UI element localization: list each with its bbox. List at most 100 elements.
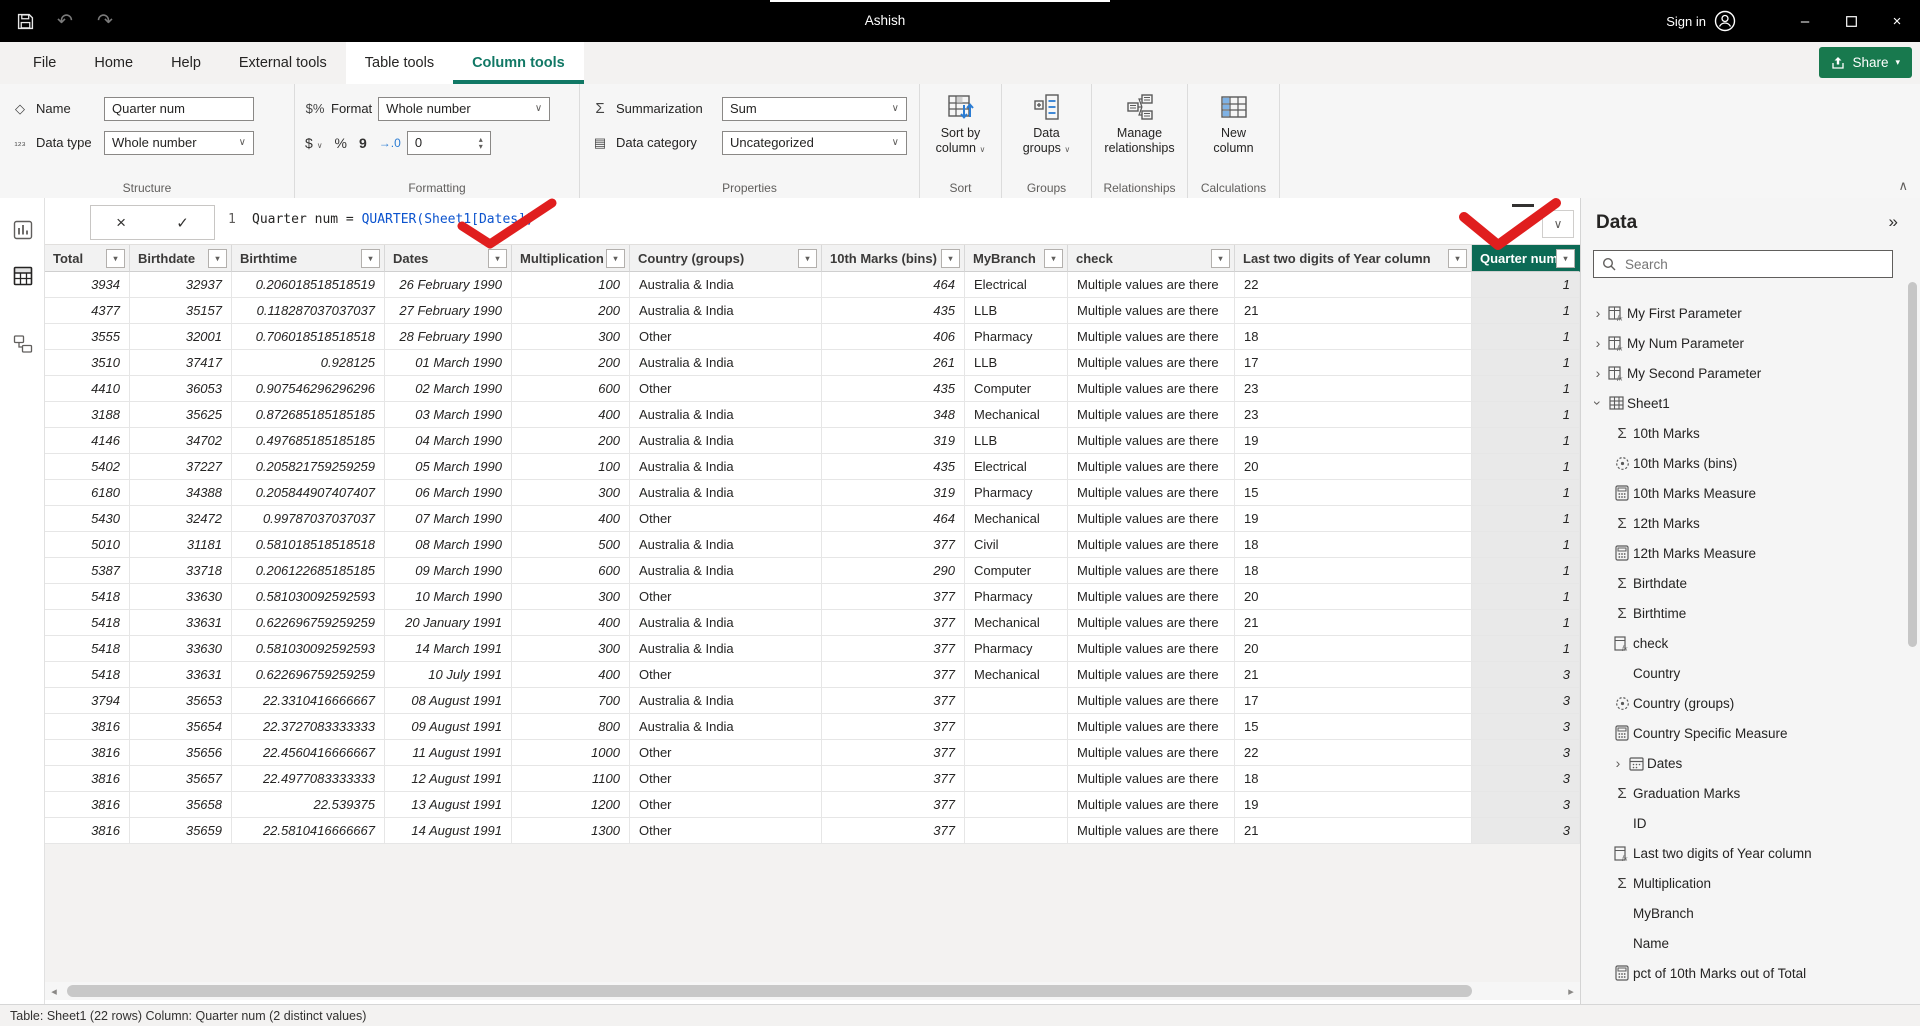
cell[interactable]: 33630: [130, 584, 232, 610]
sign-in-button[interactable]: Sign in: [1666, 10, 1736, 32]
cell[interactable]: 32001: [130, 324, 232, 350]
new-column-button[interactable]: Newcolumn: [1188, 92, 1279, 156]
cell[interactable]: LLB: [965, 350, 1068, 376]
cell[interactable]: 28 February 1990: [385, 324, 512, 350]
horizontal-scrollbar-thumb[interactable]: [67, 985, 1472, 997]
cell[interactable]: 1: [1472, 454, 1580, 480]
cell[interactable]: 34702: [130, 428, 232, 454]
grid-horizontal-scrollbar[interactable]: ◂ ▸: [45, 982, 1580, 1000]
column-header-birthdate[interactable]: Birthdate▾: [130, 245, 232, 272]
cell[interactable]: 3794: [45, 688, 130, 714]
chevron-right-icon[interactable]: ›: [1591, 335, 1605, 351]
cell[interactable]: LLB: [965, 298, 1068, 324]
cell[interactable]: Australia & India: [630, 272, 822, 298]
format-dropdown[interactable]: Whole number∨: [378, 97, 550, 121]
minimize-button[interactable]: –: [1782, 0, 1828, 42]
cell[interactable]: 400: [512, 662, 630, 688]
cell[interactable]: [965, 766, 1068, 792]
cell[interactable]: 400: [512, 402, 630, 428]
cell[interactable]: Australia & India: [630, 688, 822, 714]
cell[interactable]: 3: [1472, 714, 1580, 740]
cell[interactable]: 3555: [45, 324, 130, 350]
search-input[interactable]: [1623, 256, 1884, 273]
maximize-button[interactable]: [1828, 0, 1874, 42]
scroll-right-icon[interactable]: ▸: [1562, 982, 1580, 1000]
cell[interactable]: 35157: [130, 298, 232, 324]
cell[interactable]: 10 March 1990: [385, 584, 512, 610]
cell[interactable]: 377: [822, 818, 965, 844]
thousands-separator-icon[interactable]: 9: [359, 135, 367, 151]
cell[interactable]: 33631: [130, 662, 232, 688]
column-header-birthtime[interactable]: Birthtime▾: [232, 245, 385, 272]
cell[interactable]: 33718: [130, 558, 232, 584]
cell[interactable]: 1: [1472, 480, 1580, 506]
collapse-ribbon-icon[interactable]: ∧: [1898, 178, 1908, 194]
column-name-input[interactable]: Quarter num: [104, 97, 254, 121]
cell[interactable]: 0.497685185185185: [232, 428, 385, 454]
cell[interactable]: 21: [1235, 610, 1472, 636]
chevron-down-icon[interactable]: ›: [1590, 396, 1606, 410]
cell[interactable]: 300: [512, 636, 630, 662]
cell[interactable]: 100: [512, 272, 630, 298]
cell[interactable]: [965, 688, 1068, 714]
column-header-multiplication[interactable]: Multiplication▾: [512, 245, 630, 272]
cell[interactable]: 20: [1235, 584, 1472, 610]
cell[interactable]: Multiple values are there: [1068, 636, 1235, 662]
tab-column-tools[interactable]: Column tools: [453, 42, 584, 84]
cell[interactable]: 5418: [45, 584, 130, 610]
cell[interactable]: 37417: [130, 350, 232, 376]
cell[interactable]: 700: [512, 688, 630, 714]
cell[interactable]: 377: [822, 662, 965, 688]
cell[interactable]: 3816: [45, 714, 130, 740]
dax-formula[interactable]: Quarter num = QUARTER(Sheet1[Dates]): [252, 212, 534, 227]
column-header-mybranch[interactable]: MyBranch▾: [965, 245, 1068, 272]
cell[interactable]: [965, 714, 1068, 740]
cell[interactable]: Pharmacy: [965, 324, 1068, 350]
cell[interactable]: Mechanical: [965, 610, 1068, 636]
cell[interactable]: 377: [822, 740, 965, 766]
cell[interactable]: 3816: [45, 792, 130, 818]
cell[interactable]: Multiple values are there: [1068, 792, 1235, 818]
cell[interactable]: 300: [512, 324, 630, 350]
cell[interactable]: 1: [1472, 324, 1580, 350]
cell[interactable]: 4410: [45, 376, 130, 402]
cell[interactable]: 35657: [130, 766, 232, 792]
data-type-dropdown[interactable]: Whole number∨: [104, 131, 254, 155]
cell[interactable]: Multiple values are there: [1068, 558, 1235, 584]
cell[interactable]: 319: [822, 480, 965, 506]
cell[interactable]: 32937: [130, 272, 232, 298]
cell[interactable]: Australia & India: [630, 636, 822, 662]
cell[interactable]: 07 March 1990: [385, 506, 512, 532]
column-filter-dropdown-icon[interactable]: ▾: [488, 249, 507, 268]
column-filter-dropdown-icon[interactable]: ▾: [1448, 249, 1467, 268]
cell[interactable]: 200: [512, 350, 630, 376]
cell[interactable]: Mechanical: [965, 506, 1068, 532]
cell[interactable]: [965, 792, 1068, 818]
column-filter-dropdown-icon[interactable]: ▾: [106, 249, 125, 268]
column-filter-dropdown-icon[interactable]: ▾: [361, 249, 380, 268]
cell[interactable]: 1: [1472, 584, 1580, 610]
cell[interactable]: 27 February 1990: [385, 298, 512, 324]
column-header-check[interactable]: check▾: [1068, 245, 1235, 272]
field-item-birthtime[interactable]: ΣBirthtime: [1581, 598, 1903, 628]
cell[interactable]: 1: [1472, 636, 1580, 662]
cell[interactable]: 14 August 1991: [385, 818, 512, 844]
cell[interactable]: 377: [822, 610, 965, 636]
cell[interactable]: 400: [512, 506, 630, 532]
cell[interactable]: 1: [1472, 298, 1580, 324]
formula-commit-icon[interactable]: ✓: [176, 214, 189, 232]
cell[interactable]: Other: [630, 662, 822, 688]
cell[interactable]: Pharmacy: [965, 480, 1068, 506]
cell[interactable]: Other: [630, 324, 822, 350]
cell[interactable]: 09 March 1990: [385, 558, 512, 584]
data-view-button[interactable]: [0, 256, 45, 296]
cell[interactable]: 0.206122685185185: [232, 558, 385, 584]
cell[interactable]: 0.928125: [232, 350, 385, 376]
percent-format-icon[interactable]: %: [335, 135, 347, 151]
field-item-12th-marks-measure[interactable]: 12th Marks Measure: [1581, 538, 1903, 568]
cell[interactable]: 36053: [130, 376, 232, 402]
undo-icon[interactable]: ↶: [54, 10, 76, 32]
cell[interactable]: 5418: [45, 636, 130, 662]
cell[interactable]: 1: [1472, 558, 1580, 584]
cell[interactable]: Multiple values are there: [1068, 480, 1235, 506]
